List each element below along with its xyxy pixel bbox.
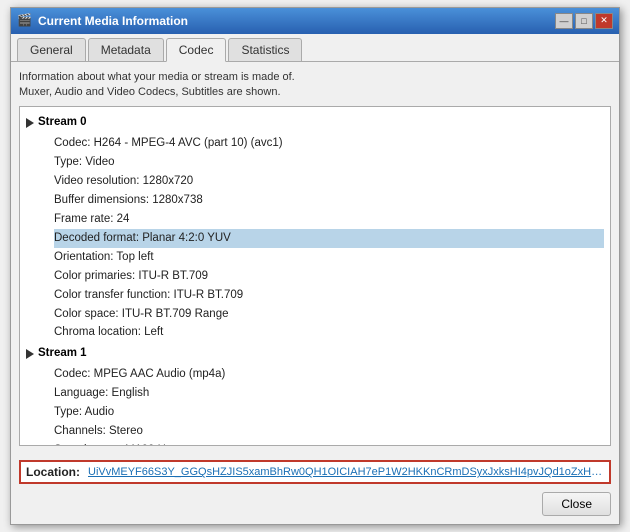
list-item: Sample rate: 44100 Hz [54, 441, 604, 447]
minimize-button[interactable]: — [555, 13, 573, 29]
list-item: Frame rate: 24 [54, 210, 604, 229]
stream-1-header: Stream 1 [26, 344, 604, 362]
list-item: Orientation: Top left [54, 248, 604, 267]
button-row: Close [19, 490, 611, 518]
location-row: Location: UiVvMEYF66S3Y_GGQsHZJIS5xamBhR… [19, 460, 611, 484]
list-item: Codec: MPEG AAC Audio (mp4a) [54, 365, 604, 384]
maximize-button[interactable]: □ [575, 13, 593, 29]
stream-0-triangle [26, 118, 34, 128]
location-label: Location: [26, 465, 80, 479]
stream-1-items: Codec: MPEG AAC Audio (mp4a) Language: E… [26, 365, 604, 447]
bottom-section: Location: UiVvMEYF66S3Y_GGQsHZJIS5xamBhR… [11, 454, 619, 524]
window-close-button[interactable]: ✕ [595, 13, 613, 29]
tab-metadata[interactable]: Metadata [88, 38, 164, 61]
location-value[interactable]: UiVvMEYF66S3Y_GGQsHZJIS5xamBhRw0QH1OICIA… [88, 466, 604, 478]
list-item: Color transfer function: ITU-R BT.709 [54, 286, 604, 305]
list-item: Chroma location: Left [54, 323, 604, 342]
codec-info-box[interactable]: Stream 0 Codec: H264 - MPEG-4 AVC (part … [19, 106, 611, 446]
list-item: Color primaries: ITU-R BT.709 [54, 267, 604, 286]
list-item: Codec: H264 - MPEG-4 AVC (part 10) (avc1… [54, 134, 604, 153]
list-item: Type: Audio [54, 403, 604, 422]
title-bar: 🎬 Current Media Information — □ ✕ [11, 8, 619, 34]
info-description: Information about what your media or str… [19, 70, 611, 101]
list-item: Video resolution: 1280x720 [54, 172, 604, 191]
main-window: 🎬 Current Media Information — □ ✕ Genera… [10, 7, 620, 526]
list-item: Language: English [54, 384, 604, 403]
stream-0-header: Stream 0 [26, 113, 604, 131]
stream-0-label: Stream 0 [38, 113, 87, 131]
list-item: Type: Video [54, 153, 604, 172]
app-icon: 🎬 [17, 13, 33, 29]
tab-general[interactable]: General [17, 38, 86, 61]
title-buttons: — □ ✕ [555, 13, 613, 29]
list-item: Color space: ITU-R BT.709 Range [54, 305, 604, 324]
list-item: Decoded format: Planar 4:2:0 YUV [54, 229, 604, 248]
stream-1-label: Stream 1 [38, 344, 87, 362]
close-button[interactable]: Close [542, 492, 611, 516]
window-title: Current Media Information [38, 14, 188, 28]
tab-statistics[interactable]: Statistics [228, 38, 302, 61]
list-item: Channels: Stereo [54, 422, 604, 441]
list-item: Buffer dimensions: 1280x738 [54, 191, 604, 210]
tab-codec[interactable]: Codec [166, 38, 227, 62]
title-bar-left: 🎬 Current Media Information [17, 13, 188, 29]
stream-1-triangle [26, 349, 34, 359]
content-area: Information about what your media or str… [11, 62, 619, 455]
stream-0-items: Codec: H264 - MPEG-4 AVC (part 10) (avc1… [26, 134, 604, 343]
tab-bar: General Metadata Codec Statistics [11, 34, 619, 62]
